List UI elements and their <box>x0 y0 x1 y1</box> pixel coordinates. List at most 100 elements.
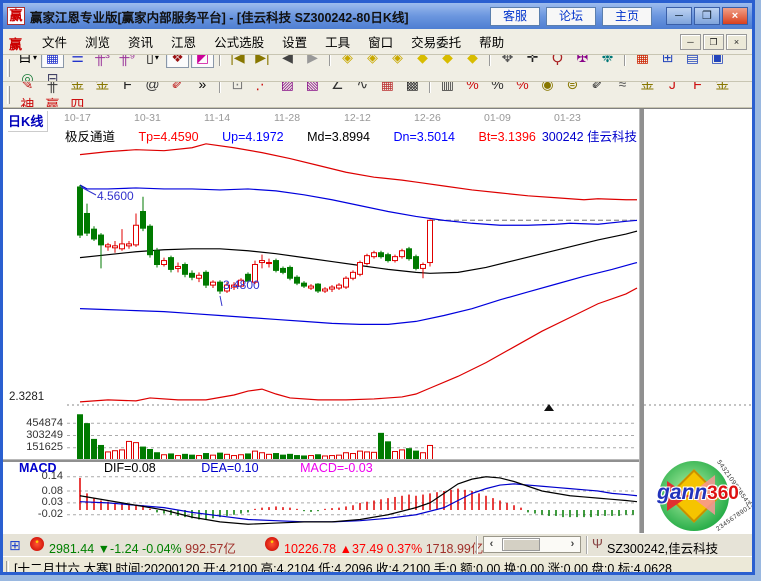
gold-circle-icon[interactable]: ◉ <box>536 82 559 95</box>
gann-diamond-left-icon[interactable]: ◈ <box>336 55 359 68</box>
hand-drag-icon[interactable]: ✥ <box>496 55 519 68</box>
kline-style-icon[interactable]: 目▾ <box>16 55 39 68</box>
toolbar-drawing: ✎╫金金F@✐»⊡⋰▨▧∠∿▦▩▥%%℅◉⊜✐≈金JF金神赢四 <box>3 82 752 108</box>
fan-box-icon[interactable]: ▨ <box>276 82 299 95</box>
scroll-right-button[interactable]: › <box>565 537 580 552</box>
close-button[interactable]: × <box>722 7 748 25</box>
menu-item-资讯[interactable]: 资讯 <box>119 33 162 53</box>
menu-item-工具[interactable]: 工具 <box>316 33 359 53</box>
child-restore-button[interactable]: ❐ <box>703 34 724 50</box>
candle-style-icon[interactable]: ▯▾ <box>141 55 164 68</box>
date-tick-label: 12-12 <box>344 112 371 124</box>
grid-dark-icon[interactable]: ▩ <box>401 82 424 95</box>
grid-red-icon[interactable]: ▦ <box>376 82 399 95</box>
menu-item-帮助[interactable]: 帮助 <box>470 33 513 53</box>
gann-box-tool-icon[interactable]: ✠ <box>571 55 594 68</box>
mark-brush-icon[interactable]: ✐ <box>586 82 609 95</box>
spiral-tool-icon[interactable]: @ <box>141 82 164 94</box>
angle-shen-icon[interactable]: 神 <box>16 95 39 108</box>
angle-f-icon[interactable]: F <box>686 82 709 94</box>
angle-win-icon[interactable]: 赢 <box>41 95 64 108</box>
percent-retrace-icon[interactable]: % <box>461 82 484 94</box>
gold-level-icon[interactable]: ⊜ <box>561 82 584 95</box>
sse-index-quote: 2981.44 ▼-1.24 -0.04% 992.57亿 <box>49 538 236 557</box>
gann-diamond-a-icon[interactable]: ◆ <box>411 55 434 68</box>
menu-item-浏览[interactable]: 浏览 <box>76 33 119 53</box>
gold-grid-h-icon[interactable]: 金 <box>91 82 114 94</box>
angle-j-icon[interactable]: J <box>661 82 684 94</box>
last-bar-icon[interactable]: ▶| <box>251 55 274 68</box>
calculator-icon[interactable]: ⊞ <box>9 537 21 554</box>
child-minimize-button[interactable]: ─ <box>680 34 701 50</box>
titlebar-button-主页[interactable]: 主页 <box>602 7 652 26</box>
restore-button[interactable]: ❐ <box>694 7 720 25</box>
gold-tool-icon[interactable]: 金 <box>636 82 659 94</box>
ai-analysis-icon[interactable]: ❉ <box>596 55 619 68</box>
gann-diamond-sync-icon[interactable]: ◈ <box>386 55 409 68</box>
crosshair-icon[interactable]: ✛ <box>521 55 544 68</box>
zoom-tool-icon[interactable]: Ϙ <box>546 55 569 68</box>
titlebar-button-论坛[interactable]: 论坛 <box>546 7 596 26</box>
sse-index-icon[interactable]: * <box>30 537 44 551</box>
brush-grid-icon[interactable]: ✐ <box>166 82 189 95</box>
notes-icon[interactable]: ▤ <box>681 55 704 68</box>
color-histogram-icon[interactable]: ◩ <box>191 55 214 68</box>
chaos-analysis-icon[interactable]: ❖ <box>166 55 189 68</box>
percent-line-icon[interactable]: ℅ <box>511 82 534 94</box>
scroll-left-button[interactable]: ‹ <box>484 537 499 552</box>
gann-diamond-b-icon[interactable]: ◆ <box>436 55 459 68</box>
toolbar-separator <box>329 55 331 66</box>
calculator-icon[interactable]: ⊞ <box>656 55 679 68</box>
square-box-icon[interactable]: ▧ <box>301 82 324 95</box>
macd-dif-value: DIF=0.08 <box>104 461 156 475</box>
szse-index-quote: 10226.78 ▲37.49 0.37% 1718.99亿 <box>284 538 483 557</box>
fib-tool-icon[interactable]: F <box>116 82 139 94</box>
menu-item-公式选股[interactable]: 公式选股 <box>205 33 273 53</box>
panel-divider[interactable] <box>3 459 639 462</box>
minimize-button[interactable]: ─ <box>666 7 692 25</box>
quote-list-icon[interactable]: ☰ <box>66 55 89 68</box>
main-chart-icon[interactable]: ▦ <box>41 55 64 68</box>
status-bar: ⊞ * 2981.44 ▼-1.24 -0.04% 992.57亿 * 1022… <box>3 533 752 556</box>
next-bar-icon[interactable]: ▶ <box>301 55 324 68</box>
angle-gold-icon[interactable]: 金 <box>711 82 734 94</box>
angle-four-icon[interactable]: 四 <box>66 95 89 108</box>
price-box-icon[interactable]: ⊡ <box>226 82 249 95</box>
szse-index-icon[interactable]: * <box>265 537 279 551</box>
calendar-icon[interactable]: ▦ <box>631 55 654 68</box>
first-bar-icon[interactable]: |◀ <box>226 55 249 68</box>
gann-diamond-c-icon[interactable]: ◆ <box>461 55 484 68</box>
gann-grid-icon[interactable]: ╫ <box>41 82 64 94</box>
date-tick-label: 12-26 <box>414 112 441 124</box>
gann-fan-icon[interactable]: ⋰ <box>251 82 274 95</box>
chart-right-divider[interactable] <box>639 109 644 534</box>
wave-tool-icon[interactable]: ≈ <box>611 82 634 94</box>
trend-line-icon[interactable]: ∠ <box>326 82 349 95</box>
remote-pc-icon[interactable]: ⊟ <box>41 68 64 82</box>
draw-brush-icon[interactable]: ✎ <box>16 82 39 95</box>
titlebar-button-客服[interactable]: 客服 <box>490 7 540 26</box>
prev-bar-icon[interactable]: ◀ <box>276 55 299 68</box>
scroll-thumb[interactable] <box>502 538 540 551</box>
chart-9min-icon[interactable]: ╫⁹ <box>116 55 139 68</box>
zigzag-line-icon[interactable]: ∿ <box>351 82 374 95</box>
chart-3min-icon[interactable]: ╫³ <box>91 55 114 68</box>
logo-360-text: 360 <box>707 483 739 504</box>
net-sync-icon[interactable]: ◎ <box>16 68 39 82</box>
gann-diamond-right-icon[interactable]: ◈ <box>361 55 384 68</box>
toolbar-handle[interactable] <box>7 86 10 104</box>
percent-tool-icon[interactable]: % <box>486 82 509 94</box>
menu-item-窗口[interactable]: 窗口 <box>359 33 402 53</box>
more-tools-icon[interactable]: » <box>191 82 214 94</box>
toolbar-separator <box>219 82 221 93</box>
save-icon[interactable]: ▣ <box>706 55 729 68</box>
gold-grid-v-icon[interactable]: 金 <box>66 82 89 94</box>
ruler-tool-icon[interactable]: ▥ <box>436 82 459 95</box>
menu-item-设置[interactable]: 设置 <box>273 33 316 53</box>
child-close-button[interactable]: × <box>726 34 747 50</box>
menu-item-交易委托[interactable]: 交易委托 <box>402 33 470 53</box>
horizontal-scrollbar[interactable]: ‹ › <box>483 536 581 553</box>
toolbar-handle[interactable] <box>7 59 10 77</box>
menu-item-文件[interactable]: 文件 <box>33 33 76 53</box>
menu-item-江恩[interactable]: 江恩 <box>162 33 205 53</box>
